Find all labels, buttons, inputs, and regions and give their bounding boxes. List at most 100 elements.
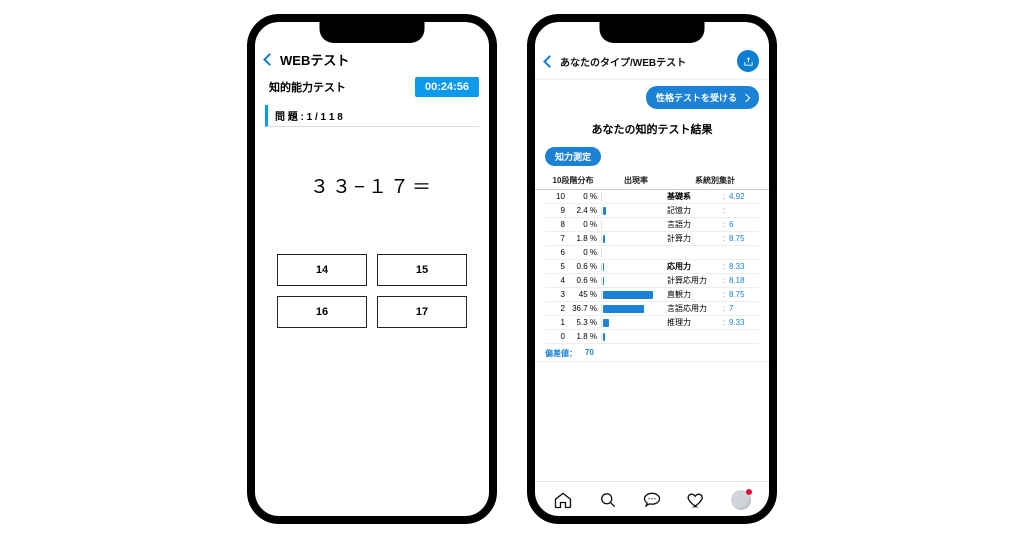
dist-bar xyxy=(603,263,604,271)
device-notch xyxy=(320,21,425,43)
data-table: 100 %基礎系:4.9292.4 %記憶力:80 %言語力:671.8 %計算… xyxy=(535,190,769,344)
countdown-timer: 00:24:56 xyxy=(415,77,479,97)
dist-pct: 0 % xyxy=(569,192,601,201)
dist-bar-wrap xyxy=(601,249,659,257)
table-row: 50.6 %応用力:8.33 xyxy=(545,260,759,274)
device-notch xyxy=(600,21,705,43)
back-icon[interactable] xyxy=(543,55,556,68)
share-icon xyxy=(743,56,754,67)
dist-pct: 0.6 % xyxy=(569,276,601,285)
category-score: 8.33 xyxy=(729,262,759,271)
table-row: 40.6 %計算応用力:8.18 xyxy=(545,274,759,288)
table-header: 10段階分布 出現率 系統別集計 xyxy=(535,172,769,190)
dist-level: 0 xyxy=(545,332,569,341)
favorites-tab[interactable] xyxy=(686,490,706,510)
dist-level: 8 xyxy=(545,220,569,229)
phone-test: WEBテスト 知的能力テスト 00:24:56 問 題 : 1 / 1 1 8 … xyxy=(247,14,497,524)
dist-level: 3 xyxy=(545,290,569,299)
deviation-label: 偏差値： xyxy=(545,348,577,359)
category-name: 直観力 xyxy=(659,289,723,300)
category-name: 記憶力 xyxy=(659,205,723,216)
dist-pct: 1.8 % xyxy=(569,332,601,341)
phone-results: あなたのタイプ/WEBテスト 性格テストを受ける あなたの知的テスト結果 知力測… xyxy=(527,14,777,524)
table-row: 236.7 %言語応用力:7 xyxy=(545,302,759,316)
dist-level: 6 xyxy=(545,248,569,257)
question-counter: 問 題 : 1 / 1 1 8 xyxy=(265,105,479,127)
category-name: 言語力 xyxy=(659,219,723,230)
table-row: 80 %言語力:6 xyxy=(545,218,759,232)
home-tab[interactable] xyxy=(553,490,573,510)
th-distribution: 10段階分布 xyxy=(545,172,601,189)
chat-tab[interactable] xyxy=(642,490,662,510)
answer-option[interactable]: 15 xyxy=(377,254,467,286)
dist-level: 1 xyxy=(545,318,569,327)
dist-level: 9 xyxy=(545,206,569,215)
th-category: 系統別集計 xyxy=(671,172,759,189)
table-row: 15.3 %推理力:9.33 xyxy=(545,316,759,330)
dist-pct: 45 % xyxy=(569,290,601,299)
dist-pct: 1.8 % xyxy=(569,234,601,243)
dist-pct: 0 % xyxy=(569,248,601,257)
dist-bar xyxy=(603,333,605,341)
dist-pct: 5.3 % xyxy=(569,318,601,327)
dist-bar-wrap xyxy=(601,305,659,313)
cta-label: 性格テストを受ける xyxy=(656,91,737,104)
dist-pct: 0 % xyxy=(569,220,601,229)
dist-level: 2 xyxy=(545,304,569,313)
category-name: 推理力 xyxy=(659,317,723,328)
search-icon xyxy=(598,490,618,510)
heart-icon xyxy=(686,490,706,510)
category-score: 8.18 xyxy=(729,276,759,285)
chat-icon xyxy=(642,490,662,510)
dist-level: 7 xyxy=(545,234,569,243)
deviation-value: 70 xyxy=(585,348,594,359)
dist-bar xyxy=(603,291,653,299)
share-button[interactable] xyxy=(737,50,759,72)
header: あなたのタイプ/WEBテスト xyxy=(535,44,769,78)
dist-bar-wrap xyxy=(601,263,659,271)
tab-bar xyxy=(535,481,769,516)
category-name: 言語応用力 xyxy=(659,303,723,314)
header: WEBテスト xyxy=(255,44,489,75)
colon: : xyxy=(723,206,729,215)
table-row: 92.4 % 記憶力: xyxy=(545,204,759,218)
personality-test-button[interactable]: 性格テストを受ける xyxy=(646,86,759,109)
dist-level: 4 xyxy=(545,276,569,285)
category-score: 8.75 xyxy=(729,234,759,243)
category-score: 6 xyxy=(729,220,759,229)
result-title: あなたの知的テスト結果 xyxy=(535,113,769,147)
answer-option[interactable]: 17 xyxy=(377,296,467,328)
dist-bar-wrap xyxy=(601,235,659,243)
dist-bar xyxy=(603,207,606,215)
answer-option[interactable]: 14 xyxy=(277,254,367,286)
category-name: 基礎系 xyxy=(659,191,723,202)
table-row: 60 % xyxy=(545,246,759,260)
category-score: 9.33 xyxy=(729,318,759,327)
category-score: 4.92 xyxy=(729,192,759,201)
answer-option[interactable]: 16 xyxy=(277,296,367,328)
table-row: 01.8 % xyxy=(545,330,759,344)
dist-bar-wrap xyxy=(601,193,659,201)
table-row: 345 %直観力:8.75 xyxy=(545,288,759,302)
dist-level: 5 xyxy=(545,262,569,271)
category-name: 計算応用力 xyxy=(659,275,723,286)
table-row: 71.8 %計算力:8.75 xyxy=(545,232,759,246)
dist-level: 10 xyxy=(545,192,569,201)
search-tab[interactable] xyxy=(598,490,618,510)
dist-bar-wrap xyxy=(601,221,659,229)
deviation-row: 偏差値： 70 xyxy=(535,344,769,362)
dist-bar-wrap xyxy=(601,291,659,299)
page-title: WEBテスト xyxy=(280,50,349,69)
dist-pct: 36.7 % xyxy=(569,304,601,313)
dist-bar xyxy=(603,319,609,327)
answer-grid: 14 15 16 17 xyxy=(255,254,489,328)
avatar-icon xyxy=(731,490,751,510)
dist-bar-wrap xyxy=(601,333,659,341)
category-name: 応用力 xyxy=(659,261,723,272)
profile-tab[interactable] xyxy=(731,490,751,510)
category-name: 計算力 xyxy=(659,233,723,244)
back-icon[interactable] xyxy=(263,53,276,66)
dist-pct: 2.4 % xyxy=(569,206,601,215)
page-title: あなたのタイプ/WEBテスト xyxy=(560,54,731,69)
dist-bar xyxy=(603,277,604,285)
